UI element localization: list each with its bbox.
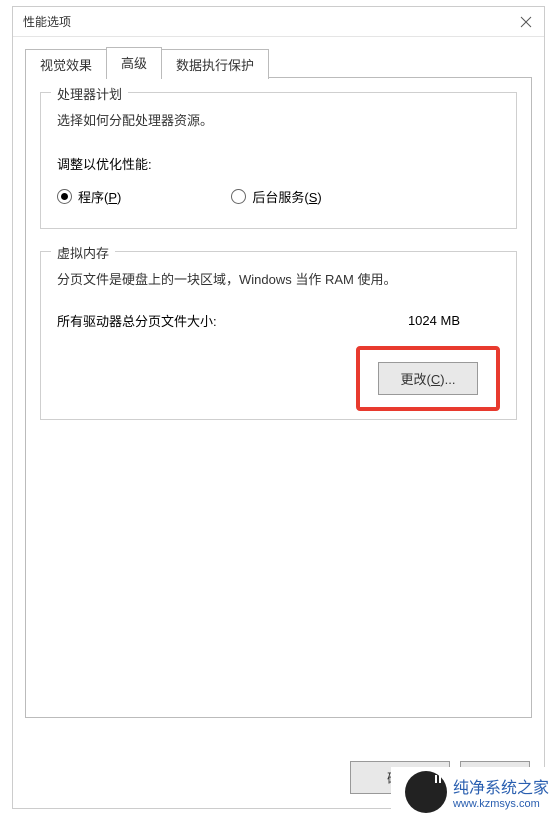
- watermark-text-wrap: 纯净系统之家 www.kzmsys.com: [453, 774, 549, 810]
- radio-programs[interactable]: 程序(P): [57, 187, 121, 206]
- tab-strip: 视觉效果 高级 数据执行保护: [25, 47, 532, 78]
- radio-background-label: 后台服务(S): [252, 187, 321, 206]
- watermark-logo-icon: [405, 771, 447, 813]
- cpu-desc: 选择如何分配处理器资源。: [57, 111, 500, 132]
- vm-total-row: 所有驱动器总分页文件大小: 1024 MB: [57, 311, 500, 330]
- change-button-wrap: 更改(C)...: [57, 346, 500, 411]
- watermark-title: 纯净系统之家: [453, 774, 549, 798]
- radio-programs-label: 程序(P): [78, 187, 121, 206]
- cpu-adjust-label: 调整以优化性能:: [57, 154, 500, 173]
- watermark: 纯净系统之家 www.kzmsys.com: [391, 767, 557, 815]
- virtual-memory-group: 虚拟内存 分页文件是硬盘上的一块区域，Windows 当作 RAM 使用。 所有…: [40, 251, 517, 420]
- group-title-cpu: 处理器计划: [51, 84, 128, 103]
- vm-total-label: 所有驱动器总分页文件大小:: [57, 311, 217, 330]
- radio-icon: [231, 189, 246, 204]
- vm-total-value: 1024 MB: [408, 313, 460, 328]
- tab-dep[interactable]: 数据执行保护: [161, 49, 269, 79]
- change-button[interactable]: 更改(C)...: [378, 362, 478, 395]
- performance-options-window: 性能选项 视觉效果 高级 数据执行保护 处理器计划 选择如何分配处理器资源。 调…: [12, 6, 545, 809]
- radio-icon: [57, 189, 72, 204]
- cpu-radio-row: 程序(P) 后台服务(S): [57, 187, 500, 206]
- processor-scheduling-group: 处理器计划 选择如何分配处理器资源。 调整以优化性能: 程序(P) 后台服务(S…: [40, 92, 517, 229]
- tab-visual-effects[interactable]: 视觉效果: [25, 49, 107, 79]
- highlight-annotation: 更改(C)...: [356, 346, 500, 411]
- radio-background[interactable]: 后台服务(S): [231, 187, 321, 206]
- vm-desc: 分页文件是硬盘上的一块区域，Windows 当作 RAM 使用。: [57, 270, 500, 291]
- titlebar: 性能选项: [13, 7, 544, 37]
- tab-advanced[interactable]: 高级: [106, 47, 162, 78]
- window-title: 性能选项: [23, 13, 71, 30]
- group-title-vm: 虚拟内存: [51, 243, 115, 262]
- tab-panel-advanced: 处理器计划 选择如何分配处理器资源。 调整以优化性能: 程序(P) 后台服务(S…: [25, 78, 532, 718]
- close-icon[interactable]: [516, 12, 536, 32]
- content-area: 视觉效果 高级 数据执行保护 处理器计划 选择如何分配处理器资源。 调整以优化性…: [13, 37, 544, 728]
- watermark-url: www.kzmsys.com: [453, 798, 549, 810]
